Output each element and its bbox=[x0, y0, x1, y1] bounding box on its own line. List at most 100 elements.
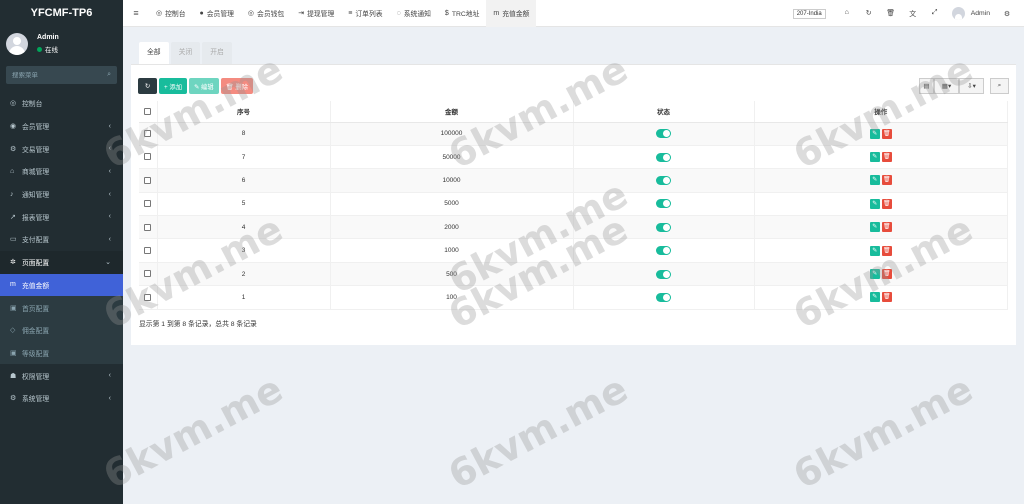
search-icon[interactable]: ⌕ bbox=[107, 71, 111, 79]
table-row[interactable]: 5 5000 ✎ 🗑 bbox=[139, 192, 1008, 217]
nav-tab[interactable]: m 充值金额 bbox=[486, 0, 537, 27]
refresh-icon[interactable]: ↻ bbox=[858, 9, 880, 19]
status-toggle[interactable] bbox=[656, 199, 671, 209]
sidebar-item[interactable]: ▣ 首页配置 bbox=[0, 296, 123, 319]
row-checkbox[interactable] bbox=[144, 176, 152, 184]
chevron-left-icon: ‹ bbox=[108, 145, 111, 153]
row-delete-button[interactable]: 🗑 bbox=[881, 128, 892, 139]
brand-logo[interactable]: YFCMF-TP6 bbox=[0, 0, 123, 27]
column-header-status[interactable]: 状态 bbox=[573, 101, 755, 123]
nav-tab[interactable]: ◎ 控制台 bbox=[149, 0, 193, 27]
table-row[interactable]: 3 1000 ✎ 🗑 bbox=[139, 238, 1008, 263]
row-delete-button[interactable]: 🗑 bbox=[881, 292, 892, 303]
settings-icon[interactable]: ⚙ bbox=[996, 10, 1018, 18]
trash-icon[interactable]: 🗑 bbox=[880, 9, 902, 19]
row-checkbox[interactable] bbox=[144, 293, 152, 301]
row-edit-button[interactable]: ✎ bbox=[869, 175, 880, 186]
row-edit-button[interactable]: ✎ bbox=[869, 152, 880, 163]
cog-icon: ⚙ bbox=[10, 145, 17, 153]
sidebar-item[interactable]: ▣ 等级配置 bbox=[0, 341, 123, 365]
sidebar-item[interactable]: ⌂ 商城管理 ‹ bbox=[0, 160, 123, 183]
row-checkbox[interactable] bbox=[144, 200, 152, 208]
row-checkbox[interactable] bbox=[144, 270, 152, 278]
sidebar-search-input[interactable] bbox=[12, 71, 108, 79]
sidebar-item[interactable]: ◎ 控制台 bbox=[0, 92, 123, 115]
column-header-id[interactable]: 序号 bbox=[157, 101, 331, 123]
row-delete-button[interactable]: 🗑 bbox=[881, 222, 892, 233]
sidebar-item[interactable]: ✲ 页面配置 ⌄ bbox=[0, 250, 123, 274]
chevron-left-icon: ‹ bbox=[108, 372, 111, 380]
sidebar-item[interactable]: ♪ 通知管理 ‹ bbox=[0, 183, 123, 206]
search-icon[interactable]: ⌕ bbox=[990, 78, 1009, 94]
dashboard-icon: ◎ bbox=[156, 10, 163, 17]
cell-actions: ✎ 🗑 bbox=[754, 238, 1008, 263]
sidebar-item[interactable]: ☗ 权限管理 ‹ bbox=[0, 364, 123, 387]
nav-tab[interactable]: ◎ 会员钱包 bbox=[241, 0, 291, 27]
status-toggle[interactable] bbox=[656, 175, 671, 185]
translate-icon[interactable]: 文 bbox=[902, 9, 924, 19]
recharge-table: 序号 金额 状态 操作 8 100000 ✎ 🗑 7 50000 ✎ 🗑 6 10000 ✎ 🗑 5 50… bbox=[139, 101, 1008, 310]
table-row[interactable]: 8 100000 ✎ 🗑 bbox=[139, 122, 1008, 146]
table-row[interactable]: 6 10000 ✎ 🗑 bbox=[139, 168, 1008, 193]
row-checkbox[interactable] bbox=[144, 130, 152, 138]
row-edit-button[interactable]: ✎ bbox=[869, 245, 880, 256]
row-delete-button[interactable]: 🗑 bbox=[881, 269, 892, 280]
export-icon[interactable]: ⇩▾ bbox=[959, 78, 984, 94]
status-toggle[interactable] bbox=[656, 129, 671, 139]
status-toggle[interactable] bbox=[656, 292, 671, 302]
edit-button[interactable]: ✎ 编辑 bbox=[189, 78, 219, 94]
row-delete-button[interactable]: 🗑 bbox=[881, 198, 892, 209]
row-edit-button[interactable]: ✎ bbox=[869, 128, 880, 139]
bell-icon: ♪ bbox=[10, 190, 14, 198]
grid-icon[interactable]: ▦▾ bbox=[934, 78, 959, 94]
refresh-button[interactable]: ↻ bbox=[138, 78, 157, 94]
tab-all[interactable]: 全部 bbox=[139, 42, 169, 64]
row-checkbox[interactable] bbox=[144, 153, 152, 161]
table-row[interactable]: 1 100 ✎ 🗑 bbox=[139, 285, 1008, 310]
row-delete-button[interactable]: 🗑 bbox=[881, 245, 892, 256]
status-toggle[interactable] bbox=[656, 246, 671, 256]
sidebar-item[interactable]: ▭ 支付配置 ‹ bbox=[0, 228, 123, 251]
status-toggle[interactable] bbox=[656, 152, 671, 162]
table-row[interactable]: 4 2000 ✎ 🗑 bbox=[139, 215, 1008, 240]
sidebar-item[interactable]: ↗ 报表管理 ‹ bbox=[0, 205, 123, 228]
row-delete-button[interactable]: 🗑 bbox=[881, 175, 892, 186]
menu-toggle-icon[interactable]: ≡ bbox=[123, 8, 149, 18]
tab-open[interactable]: 开启 bbox=[202, 42, 232, 64]
row-checkbox[interactable] bbox=[144, 223, 152, 231]
users-icon: ☗ bbox=[10, 372, 17, 380]
delete-button[interactable]: 🗑 删除 bbox=[220, 78, 253, 94]
columns-icon[interactable]: ▤ bbox=[919, 78, 934, 94]
row-edit-button[interactable]: ✎ bbox=[869, 292, 880, 303]
table-row[interactable]: 2 500 ✎ 🗑 bbox=[139, 262, 1008, 287]
navbar-user[interactable]: Admin bbox=[951, 7, 990, 20]
dollar-icon: $ bbox=[444, 9, 449, 17]
nav-tab-label: 控制台 bbox=[165, 11, 186, 18]
select-all-checkbox[interactable] bbox=[144, 107, 152, 115]
tab-closed[interactable]: 关闭 bbox=[170, 42, 201, 64]
status-toggle[interactable] bbox=[656, 222, 671, 232]
status-toggle[interactable] bbox=[656, 269, 671, 279]
sidebar-item[interactable]: ⚙ 系统管理 ‹ bbox=[0, 387, 123, 410]
row-checkbox[interactable] bbox=[144, 247, 152, 255]
row-edit-button[interactable]: ✎ bbox=[869, 222, 880, 233]
column-header-amount[interactable]: 金额 bbox=[330, 101, 574, 123]
nav-tab[interactable]: ◌ 系统通知 bbox=[390, 0, 438, 27]
row-edit-button[interactable]: ✎ bbox=[869, 198, 880, 209]
chevron-left-icon: ‹ bbox=[108, 190, 111, 198]
add-button[interactable]: + 添加 bbox=[159, 78, 188, 94]
sidebar-item[interactable]: ◉ 会员管理 ‹ bbox=[0, 115, 123, 138]
sidebar-item[interactable]: ⚙ 交易管理 ‹ bbox=[0, 137, 123, 160]
sidebar-item[interactable]: ◇ 佣金配置 bbox=[0, 318, 123, 342]
nav-tab[interactable]: $ TRC地址 bbox=[438, 0, 486, 27]
table-row[interactable]: 7 50000 ✎ 🗑 bbox=[139, 145, 1008, 170]
sidebar-item[interactable]: m 充值金额 bbox=[0, 273, 123, 297]
nav-tab[interactable]: ≡ 订单列表 bbox=[341, 0, 389, 27]
nav-tab[interactable]: ● 会员管理 bbox=[193, 0, 241, 27]
home-icon[interactable]: ⌂ bbox=[836, 9, 858, 19]
row-delete-button[interactable]: 🗑 bbox=[881, 152, 892, 163]
row-edit-button[interactable]: ✎ bbox=[869, 269, 880, 280]
nav-tab[interactable]: ⇥ 提现管理 bbox=[291, 0, 341, 27]
region-badge[interactable]: 207-India bbox=[792, 8, 826, 19]
fullscreen-icon[interactable]: ⤢ bbox=[924, 9, 946, 19]
